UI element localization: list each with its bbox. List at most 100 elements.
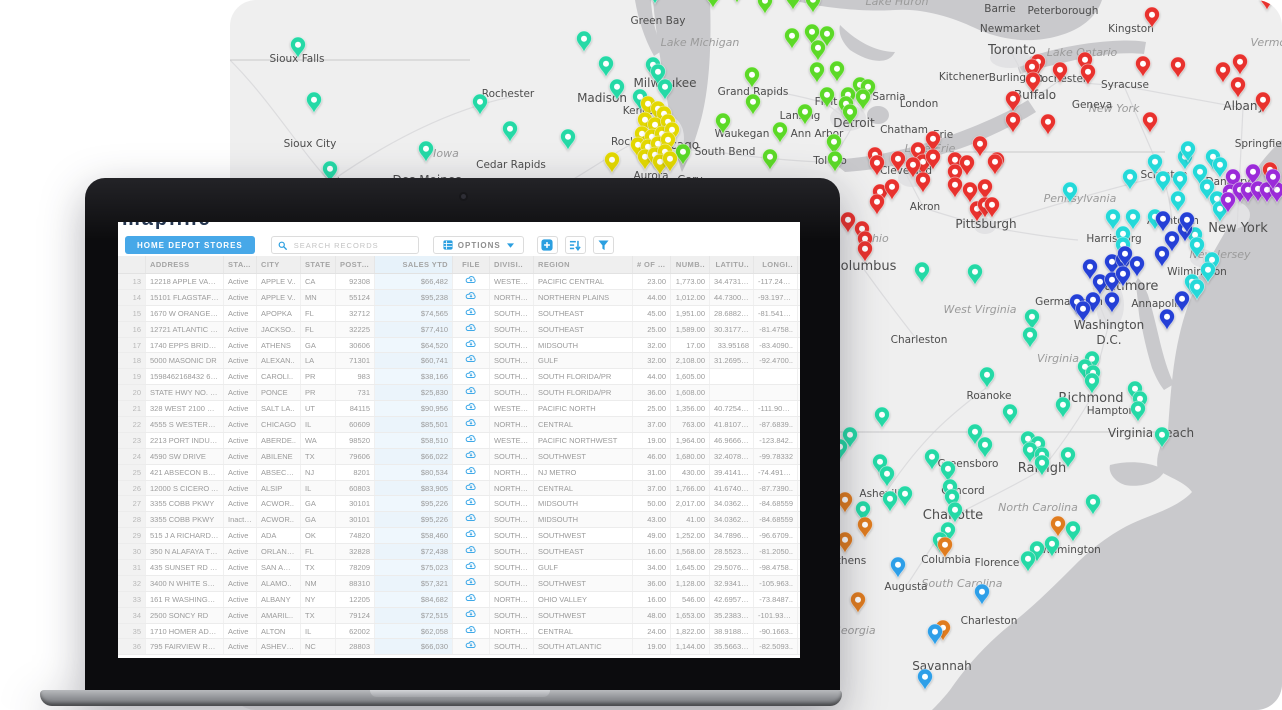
file-cloud-icon[interactable] [453,608,490,623]
map-pin[interactable] [605,152,620,173]
map-pin[interactable] [1156,211,1171,232]
map-pin[interactable] [773,122,788,143]
column-header-address[interactable]: ADDRESS [146,256,224,273]
map-pin[interactable] [1260,0,1275,10]
file-cloud-icon[interactable] [453,449,490,464]
map-pin[interactable] [1231,77,1246,98]
table-row[interactable]: 30350 N ALAFAYA TRAILActiveORLAND..FL328… [118,544,800,560]
map-pin[interactable] [1171,57,1186,78]
map-pin[interactable] [980,367,995,388]
map-pin[interactable] [1233,54,1248,75]
map-pin[interactable] [898,486,913,507]
options-button[interactable]: OPTIONS [433,236,524,254]
map-pin[interactable] [1006,112,1021,133]
file-cloud-icon[interactable] [453,385,490,400]
table-row[interactable]: 33161 R WASHINGTON A..ActiveALBANYNY1220… [118,592,800,608]
map-pin[interactable] [963,182,978,203]
file-cloud-icon[interactable] [453,417,490,432]
map-pin[interactable] [503,121,518,142]
sort-button[interactable] [565,236,586,254]
table-row[interactable]: 232213 PORT INDUSTRI..ActiveABERDE..WA98… [118,433,800,449]
file-cloud-icon[interactable] [453,576,490,591]
map-pin[interactable] [1155,246,1170,267]
column-header-lng[interactable]: LONGI.. [754,256,798,273]
map-pin[interactable] [915,262,930,283]
column-header-lat[interactable]: LATITU.. [710,256,754,273]
file-cloud-icon[interactable] [453,306,490,321]
map-pin[interactable] [730,0,745,3]
map-pin[interactable] [419,141,434,162]
map-pin[interactable] [1213,157,1228,178]
map-pin[interactable] [763,149,778,170]
table-row[interactable]: 323400 N WHITE SAND ..ActiveALAMO..NM883… [118,576,800,592]
table-row[interactable]: 283355 COBB PKWYInactiveACWOR..GA30101$9… [118,512,800,528]
file-cloud-icon[interactable] [453,353,490,368]
map-pin[interactable] [1106,209,1121,230]
file-cloud-icon[interactable] [453,322,490,337]
file-cloud-icon[interactable] [453,481,490,496]
map-pin[interactable] [1066,521,1081,542]
map-pin[interactable] [856,89,871,110]
map-pin[interactable] [870,194,885,215]
map-pin[interactable] [828,151,843,172]
file-cloud-icon[interactable] [453,512,490,527]
map-pin[interactable] [1051,516,1066,537]
column-header-city[interactable]: CITY [257,256,301,273]
map-pin[interactable] [883,491,898,512]
table-row[interactable]: 1612721 ATLANTIC BLVDActiveJACKSO..FL322… [118,322,800,338]
map-pin[interactable] [830,61,845,82]
file-cloud-icon[interactable] [453,290,490,305]
map-pin[interactable] [1216,62,1231,83]
map-pin[interactable] [975,584,990,605]
map-pin[interactable] [1126,209,1141,230]
map-pin[interactable] [841,212,856,233]
map-pin[interactable] [1023,327,1038,348]
table-row[interactable]: 2612000 S CICERO AVEActiveALSIPIL60803$8… [118,481,800,497]
map-pin[interactable] [968,264,983,285]
file-cloud-icon[interactable] [453,369,490,384]
map-pin[interactable] [1086,494,1101,515]
file-cloud-icon[interactable] [453,274,490,289]
map-pin[interactable] [599,56,614,77]
map-pin[interactable] [891,557,906,578]
map-pin[interactable] [1143,112,1158,133]
map-pin[interactable] [1156,171,1171,192]
dataset-button[interactable]: HOME DEPOT STORES [125,236,255,254]
search-input[interactable] [292,240,406,251]
map-pin[interactable] [1173,171,1188,192]
map-pin[interactable] [916,172,931,193]
table-row[interactable]: 224555 S WESTERN BL..ActiveCHICAGOIL6060… [118,417,800,433]
file-cloud-icon[interactable] [453,465,490,480]
map-pin[interactable] [745,67,760,88]
file-cloud-icon[interactable] [453,592,490,607]
map-pin[interactable] [577,31,592,52]
file-cloud-icon[interactable] [453,544,490,559]
map-pin[interactable] [1123,169,1138,190]
table-row[interactable]: 351710 HOMER ADAMS ..ActiveALTONIL62002$… [118,624,800,640]
column-header-sales[interactable]: SALES YTD [375,256,453,273]
map-pin[interactable] [561,129,576,150]
table-row[interactable]: 1312218 APPLE VALLEY ..ActiveAPPLE V..CA… [118,274,800,290]
column-header-employees[interactable]: # OF E.. [633,256,671,273]
column-header-division[interactable]: DIVISI.. [490,256,534,273]
map-pin[interactable] [1041,114,1056,135]
column-header-number[interactable]: NUMB.. [671,256,710,273]
column-header-status[interactable]: STATUS [224,256,257,273]
table-row[interactable]: 244590 SW DRIVEActiveABILENETX79606$66,0… [118,449,800,465]
map-pin[interactable] [473,94,488,115]
column-header-region[interactable]: REGION [534,256,633,273]
file-cloud-icon[interactable] [453,624,490,639]
map-pin[interactable] [851,592,866,613]
file-cloud-icon[interactable] [453,496,490,511]
map-pin[interactable] [811,40,826,61]
map-pin[interactable] [1130,256,1145,277]
table-row[interactable]: 273355 COBB PKWYActiveACWOR..GA30101$95,… [118,496,800,512]
file-cloud-icon[interactable] [453,528,490,543]
table-row[interactable]: 185000 MASONIC DRActiveALEXAN..LA71301$6… [118,353,800,369]
file-cloud-icon[interactable] [453,560,490,575]
map-pin[interactable] [988,154,1003,175]
map-pin[interactable] [948,177,963,198]
table-row[interactable]: 21328 WEST 2100 SOUT..ActiveSALT LA..UT8… [118,401,800,417]
file-cloud-icon[interactable] [453,401,490,416]
map-pin[interactable] [785,28,800,49]
